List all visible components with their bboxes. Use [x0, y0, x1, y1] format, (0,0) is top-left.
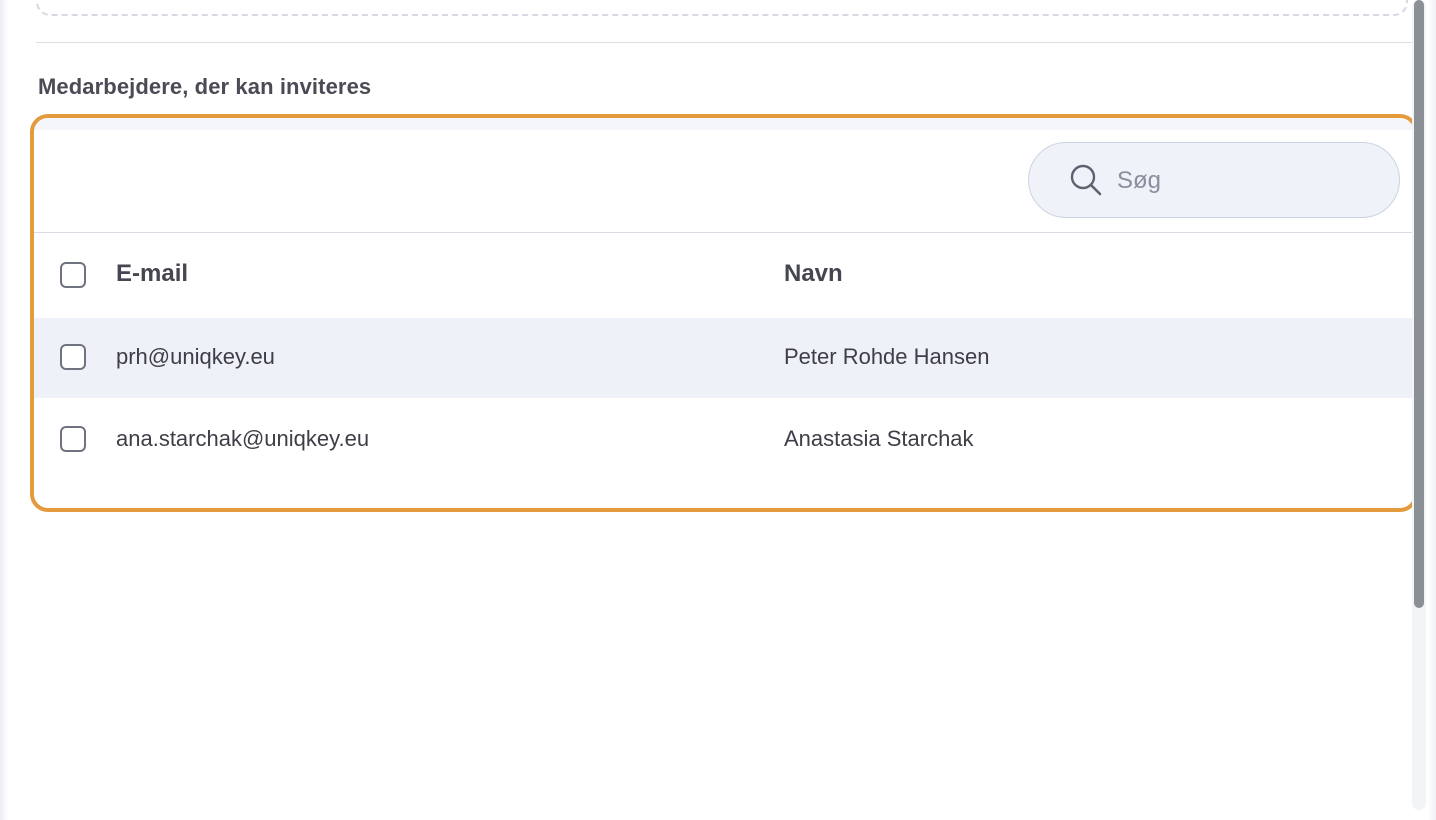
- column-header-name[interactable]: Navn: [784, 260, 843, 288]
- row-checkbox[interactable]: [60, 344, 86, 370]
- search-box[interactable]: [1028, 142, 1400, 218]
- row-name: Peter Rohde Hansen: [784, 344, 990, 369]
- toolbar-divider: [34, 232, 1414, 233]
- right-edge-shadow: [1428, 0, 1436, 820]
- column-header-email[interactable]: E-mail: [116, 260, 188, 288]
- row-email: ana.starchak@uniqkey.eu: [116, 426, 370, 451]
- dashed-dropzone: [36, 0, 1408, 16]
- card-top-shade: [34, 118, 1414, 130]
- left-edge-shadow: [0, 0, 8, 820]
- table-row[interactable]: prh@uniqkey.eu Peter Rohde Hansen: [34, 318, 1414, 398]
- select-all-checkbox[interactable]: [60, 262, 86, 288]
- table-header-row: E-mail Navn: [34, 236, 1414, 316]
- page: Medarbejdere, der kan inviteres E-mail N…: [0, 0, 1436, 820]
- scrollbar-thumb[interactable]: [1414, 0, 1424, 608]
- table-row[interactable]: ana.starchak@uniqkey.eu Anastasia Starch…: [34, 400, 1414, 480]
- section-title: Medarbejdere, der kan inviteres: [38, 74, 372, 99]
- row-email: prh@uniqkey.eu: [116, 344, 275, 369]
- invite-panel: Medarbejdere, der kan inviteres E-mail N…: [8, 0, 1418, 820]
- search-input[interactable]: [1115, 159, 1379, 203]
- search-icon: [1070, 164, 1102, 196]
- row-checkbox[interactable]: [60, 426, 86, 452]
- employee-table-card: E-mail Navn prh@uniqkey.eu Peter Rohde H…: [30, 114, 1418, 512]
- section-divider: [36, 42, 1414, 43]
- row-name: Anastasia Starchak: [784, 426, 974, 451]
